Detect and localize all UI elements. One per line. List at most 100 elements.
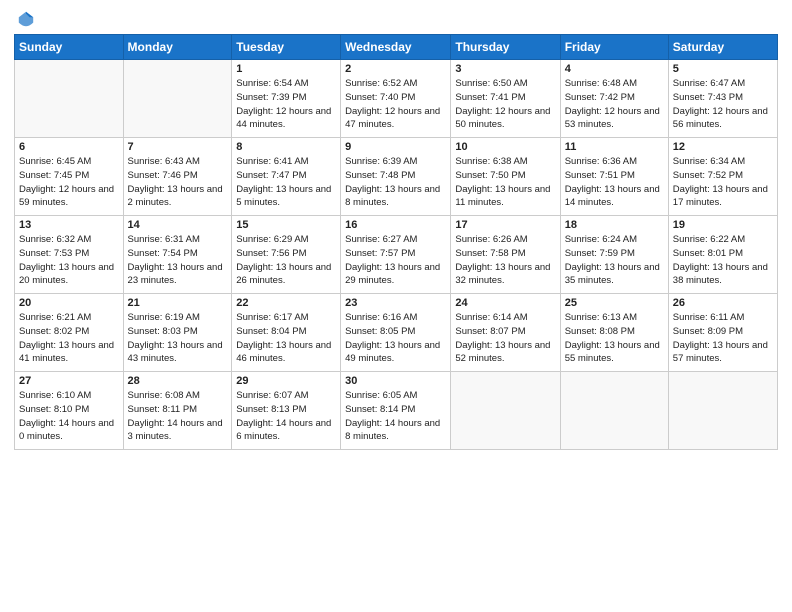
sunrise-text: Sunrise: 6:54 AM (236, 77, 336, 91)
sunset-text: Sunset: 7:53 PM (19, 247, 119, 261)
calendar-week-row: 27 Sunrise: 6:10 AMSunset: 8:10 PMDayligh… (15, 372, 778, 450)
daylight-text: Daylight: 13 hours and 32 minutes. (455, 261, 555, 289)
daylight-text: Daylight: 13 hours and 35 minutes. (565, 261, 664, 289)
daylight-text: Daylight: 12 hours and 56 minutes. (673, 105, 773, 133)
sunrise-text: Sunrise: 6:43 AM (128, 155, 228, 169)
daylight-text: Daylight: 12 hours and 44 minutes. (236, 105, 336, 133)
calendar-cell: 3 Sunrise: 6:50 AMSunset: 7:41 PMDaylight… (451, 60, 560, 138)
sunrise-text: Sunrise: 6:29 AM (236, 233, 336, 247)
sunset-text: Sunset: 7:46 PM (128, 169, 228, 183)
sunrise-text: Sunrise: 6:11 AM (673, 311, 773, 325)
calendar-header-row: SundayMondayTuesdayWednesdayThursdayFrid… (15, 35, 778, 60)
day-detail: Sunrise: 6:36 AMSunset: 7:51 PMDaylight:… (565, 155, 664, 210)
calendar-cell: 26Sunrise: 6:11 AMSunset: 8:09 PMDayligh… (668, 294, 777, 372)
day-detail: Sunrise: 6:47 AMSunset: 7:43 PMDaylight:… (673, 77, 773, 132)
calendar-cell: 22 Sunrise: 6:17 AMSunset: 8:04 PMDayligh… (232, 294, 341, 372)
sunrise-text: Sunrise: 6:19 AM (128, 311, 228, 325)
weekday-header: Monday (123, 35, 232, 60)
day-detail: Sunrise: 6:38 AMSunset: 7:50 PMDaylight:… (455, 155, 555, 210)
sunrise-text: Sunrise: 6:31 AM (128, 233, 228, 247)
sunset-text: Sunset: 7:54 PM (128, 247, 228, 261)
day-number: 2 (345, 63, 446, 75)
sunrise-text: Sunrise: 6:48 AM (565, 77, 664, 91)
day-number: 13 (19, 219, 119, 231)
daylight-text: Daylight: 12 hours and 59 minutes. (19, 183, 119, 211)
sunrise-text: Sunrise: 6:38 AM (455, 155, 555, 169)
calendar-week-row: 20 Sunrise: 6:21 AMSunset: 8:02 PMDayligh… (15, 294, 778, 372)
calendar-cell: 20 Sunrise: 6:21 AMSunset: 8:02 PMDayligh… (15, 294, 124, 372)
calendar-week-row: 1Sunrise: 6:54 AMSunset: 7:39 PMDaylight… (15, 60, 778, 138)
day-number: 17 (455, 219, 555, 231)
day-number: 18 (565, 219, 664, 231)
day-detail: Sunrise: 6:41 AMSunset: 7:47 PMDaylight:… (236, 155, 336, 210)
day-number: 30 (345, 375, 446, 387)
sunrise-text: Sunrise: 6:27 AM (345, 233, 446, 247)
calendar-cell: 9Sunrise: 6:39 AMSunset: 7:48 PMDaylight… (341, 138, 451, 216)
daylight-text: Daylight: 12 hours and 50 minutes. (455, 105, 555, 133)
day-number: 20 (19, 297, 119, 309)
day-detail: Sunrise: 6:21 AMSunset: 8:02 PMDaylight:… (19, 311, 119, 366)
day-detail: Sunrise: 6:29 AMSunset: 7:56 PMDaylight:… (236, 233, 336, 288)
day-detail: Sunrise: 6:13 AMSunset: 8:08 PMDaylight:… (565, 311, 664, 366)
sunset-text: Sunset: 7:48 PM (345, 169, 446, 183)
day-number: 21 (128, 297, 228, 309)
sunrise-text: Sunrise: 6:26 AM (455, 233, 555, 247)
daylight-text: Daylight: 13 hours and 46 minutes. (236, 339, 336, 367)
day-number: 12 (673, 141, 773, 153)
day-number: 22 (236, 297, 336, 309)
calendar-week-row: 6Sunrise: 6:45 AMSunset: 7:45 PMDaylight… (15, 138, 778, 216)
day-number: 3 (455, 63, 555, 75)
calendar-cell: 28 Sunrise: 6:08 AMSunset: 8:11 PMDayligh… (123, 372, 232, 450)
calendar-cell: 2 Sunrise: 6:52 AMSunset: 7:40 PMDaylight… (341, 60, 451, 138)
sunrise-text: Sunrise: 6:14 AM (455, 311, 555, 325)
daylight-text: Daylight: 13 hours and 29 minutes. (345, 261, 446, 289)
calendar-cell: 12 Sunrise: 6:34 AMSunset: 7:52 PMDayligh… (668, 138, 777, 216)
logo (14, 10, 35, 28)
daylight-text: Daylight: 14 hours and 0 minutes. (19, 417, 119, 445)
day-detail: Sunrise: 6:10 AMSunset: 8:10 PMDaylight:… (19, 389, 119, 444)
sunrise-text: Sunrise: 6:07 AM (236, 389, 336, 403)
day-number: 25 (565, 297, 664, 309)
sunrise-text: Sunrise: 6:50 AM (455, 77, 555, 91)
day-detail: Sunrise: 6:54 AMSunset: 7:39 PMDaylight:… (236, 77, 336, 132)
day-detail: Sunrise: 6:52 AMSunset: 7:40 PMDaylight:… (345, 77, 446, 132)
day-detail: Sunrise: 6:34 AMSunset: 7:52 PMDaylight:… (673, 155, 773, 210)
day-number: 14 (128, 219, 228, 231)
sunrise-text: Sunrise: 6:05 AM (345, 389, 446, 403)
sunset-text: Sunset: 7:57 PM (345, 247, 446, 261)
day-detail: Sunrise: 6:50 AMSunset: 7:41 PMDaylight:… (455, 77, 555, 132)
daylight-text: Daylight: 14 hours and 8 minutes. (345, 417, 446, 445)
day-number: 27 (19, 375, 119, 387)
daylight-text: Daylight: 13 hours and 11 minutes. (455, 183, 555, 211)
sunset-text: Sunset: 7:40 PM (345, 91, 446, 105)
sunset-text: Sunset: 8:08 PM (565, 325, 664, 339)
sunset-text: Sunset: 8:11 PM (128, 403, 228, 417)
day-detail: Sunrise: 6:08 AMSunset: 8:11 PMDaylight:… (128, 389, 228, 444)
daylight-text: Daylight: 13 hours and 55 minutes. (565, 339, 664, 367)
daylight-text: Daylight: 13 hours and 14 minutes. (565, 183, 664, 211)
weekday-header: Wednesday (341, 35, 451, 60)
calendar-cell: 24Sunrise: 6:14 AMSunset: 8:07 PMDayligh… (451, 294, 560, 372)
sunset-text: Sunset: 8:13 PM (236, 403, 336, 417)
sunset-text: Sunset: 7:39 PM (236, 91, 336, 105)
sunset-text: Sunset: 8:01 PM (673, 247, 773, 261)
day-detail: Sunrise: 6:17 AMSunset: 8:04 PMDaylight:… (236, 311, 336, 366)
sunrise-text: Sunrise: 6:32 AM (19, 233, 119, 247)
sunset-text: Sunset: 7:59 PM (565, 247, 664, 261)
sunset-text: Sunset: 8:04 PM (236, 325, 336, 339)
calendar-cell: 17Sunrise: 6:26 AMSunset: 7:58 PMDayligh… (451, 216, 560, 294)
calendar-cell: 7Sunrise: 6:43 AMSunset: 7:46 PMDaylight… (123, 138, 232, 216)
daylight-text: Daylight: 13 hours and 5 minutes. (236, 183, 336, 211)
day-number: 28 (128, 375, 228, 387)
calendar-cell: 6Sunrise: 6:45 AMSunset: 7:45 PMDaylight… (15, 138, 124, 216)
day-number: 1 (236, 63, 336, 75)
day-number: 4 (565, 63, 664, 75)
day-detail: Sunrise: 6:39 AMSunset: 7:48 PMDaylight:… (345, 155, 446, 210)
calendar-table: SundayMondayTuesdayWednesdayThursdayFrid… (14, 34, 778, 450)
sunrise-text: Sunrise: 6:16 AM (345, 311, 446, 325)
daylight-text: Daylight: 14 hours and 6 minutes. (236, 417, 336, 445)
sunset-text: Sunset: 8:05 PM (345, 325, 446, 339)
sunrise-text: Sunrise: 6:13 AM (565, 311, 664, 325)
daylight-text: Daylight: 13 hours and 41 minutes. (19, 339, 119, 367)
sunset-text: Sunset: 8:14 PM (345, 403, 446, 417)
